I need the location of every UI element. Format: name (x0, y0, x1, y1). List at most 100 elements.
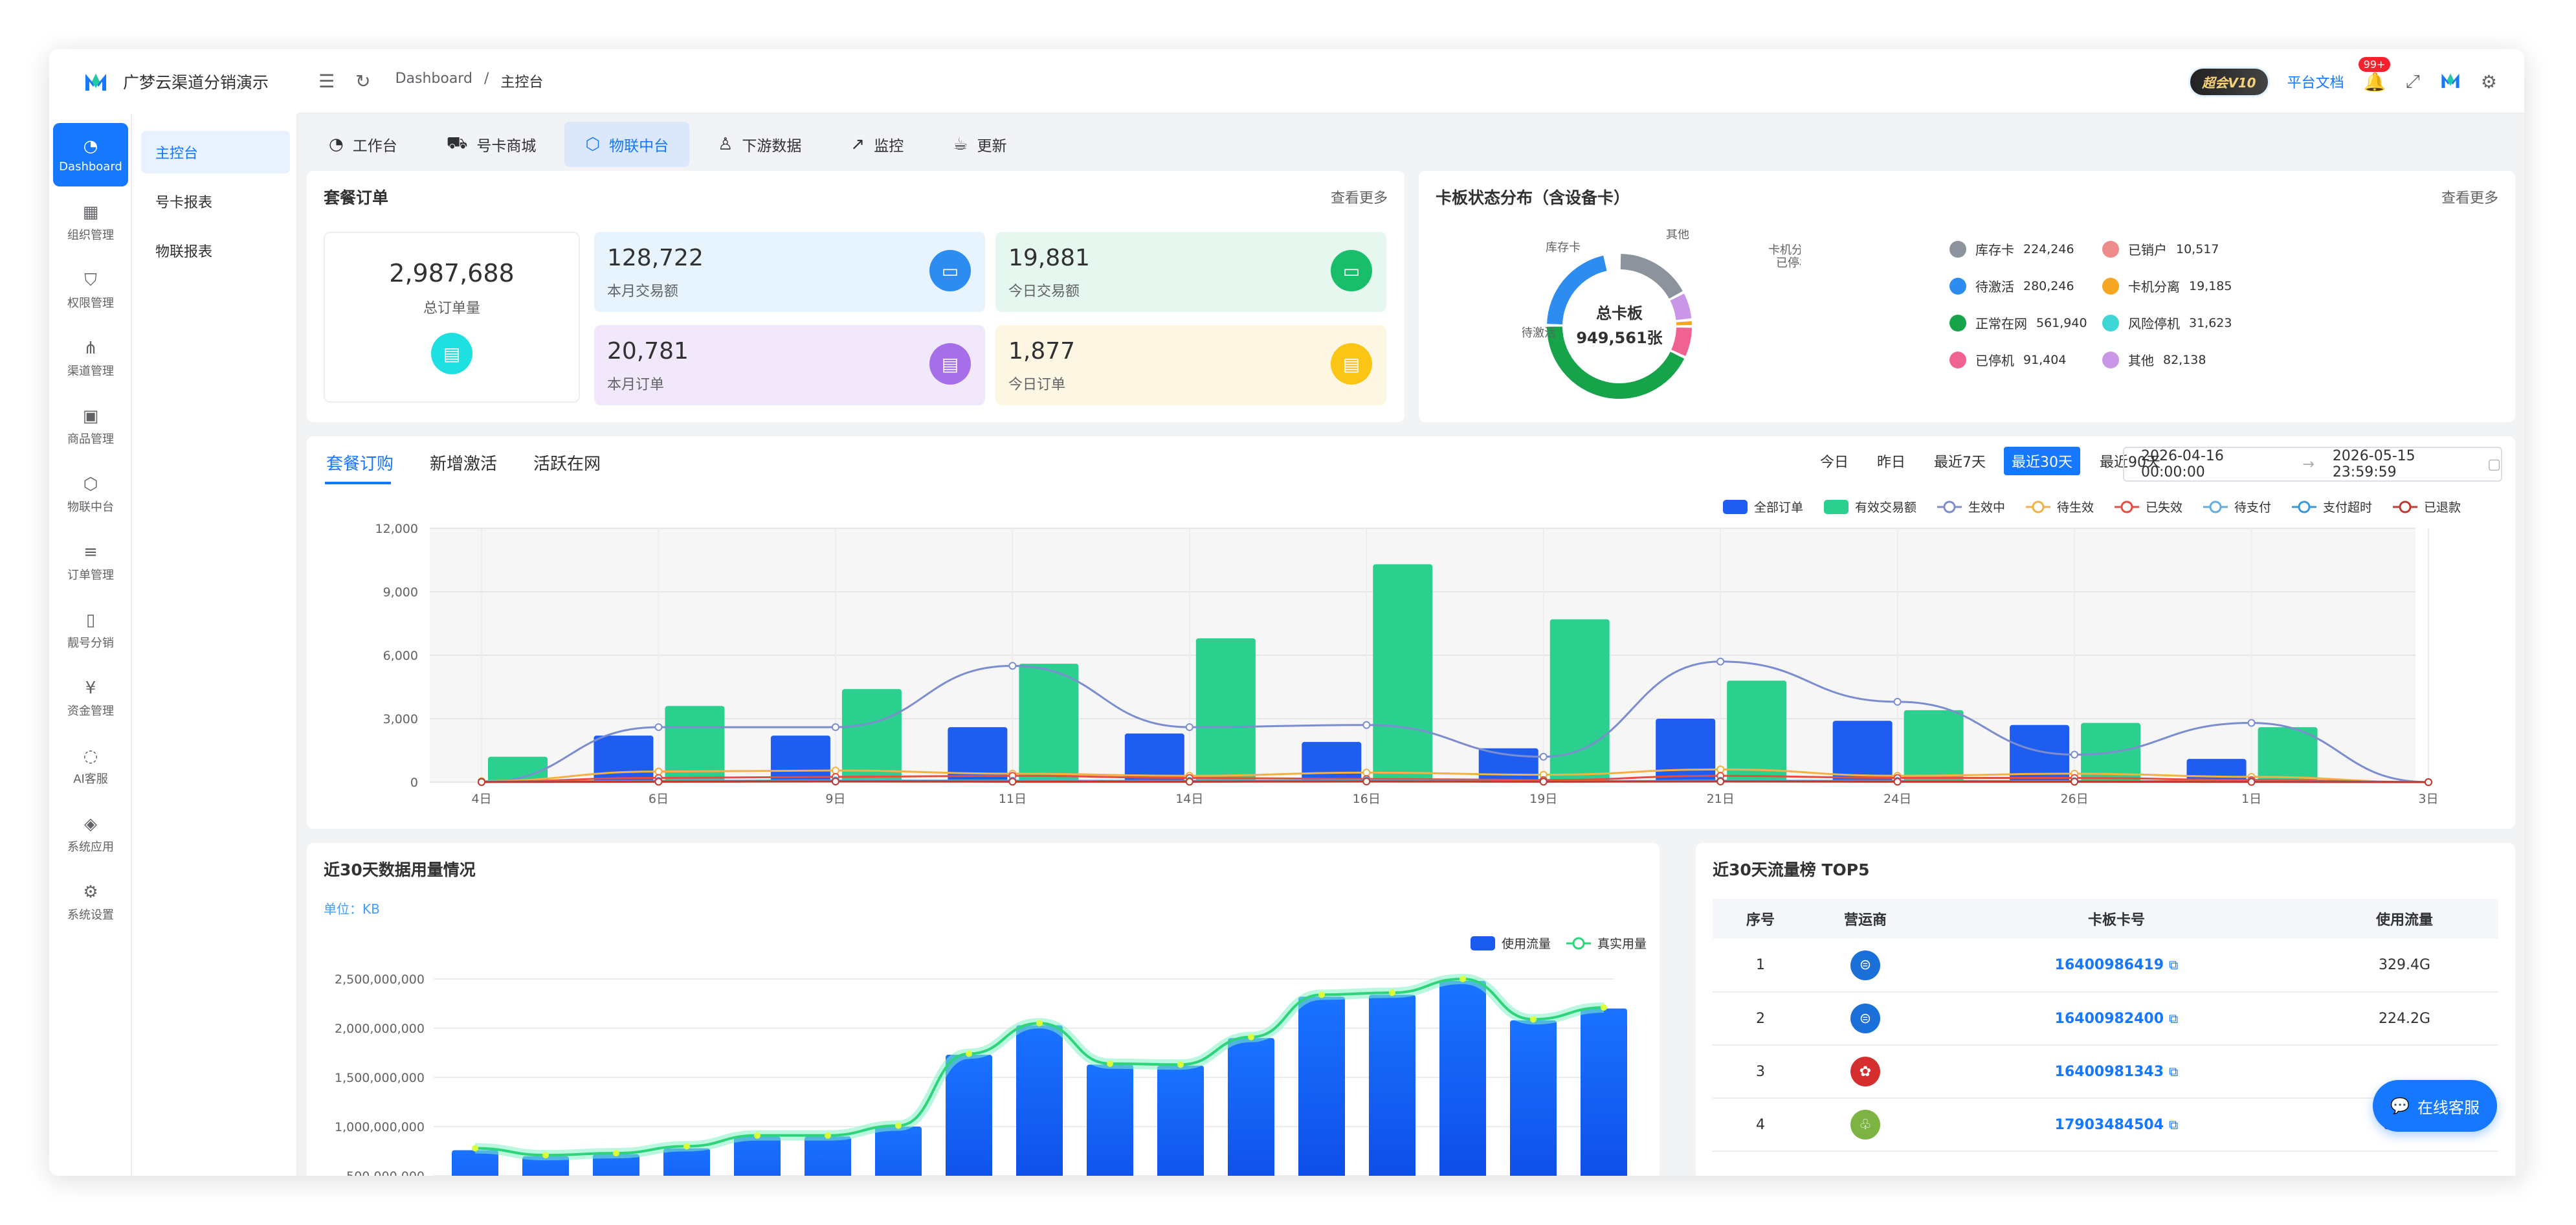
tab-1[interactable]: ⛟ 号卡商城 (426, 122, 557, 167)
range-button-3[interactable]: 最近30天 (2004, 447, 2080, 475)
range-button-0[interactable]: 今日 (1812, 447, 1856, 475)
legend-dot (1949, 314, 1966, 332)
trend-tab-1[interactable]: 新增激活 (430, 451, 497, 475)
bar-valid-amount (1373, 564, 1433, 782)
card-number-link[interactable]: 16400981343 (2055, 1064, 2164, 1080)
legend-label: 风险停机 (2128, 316, 2180, 332)
usage-bar (734, 1136, 781, 1176)
x-tick-label: 16日 (1353, 792, 1381, 806)
card-status-more-link[interactable]: 查看更多 (2441, 186, 2498, 207)
tab-4[interactable]: ↗ 监控 (830, 122, 924, 167)
rail-item-5[interactable]: ⬡ 物联中台 (53, 463, 128, 526)
top5-title: 近30天流量榜 TOP5 (1713, 860, 1870, 879)
card-number-cell: 16400982400 ⧉ (1922, 992, 2311, 1046)
trend-legend-item[interactable]: 待支付 (2203, 500, 2271, 515)
bar-all-orders (1302, 741, 1362, 782)
china-telecom-icon: ♧ (1850, 1110, 1880, 1140)
trend-legend-item[interactable]: 有效交易额 (1824, 500, 1916, 515)
orders-more-link[interactable]: 查看更多 (1331, 186, 1388, 207)
refresh-icon[interactable]: ↻ (355, 71, 370, 92)
donut-slice-0[interactable] (1620, 254, 1683, 299)
submenu-item-1[interactable]: 号卡报表 (141, 180, 290, 223)
series-point (2247, 719, 2256, 727)
rail-item-4[interactable]: ▣ 商品管理 (53, 395, 128, 458)
platform-docs-link[interactable]: 平台文档 (2287, 71, 2344, 92)
range-button-1[interactable]: 昨日 (1869, 447, 1913, 475)
donut-slice-7[interactable] (1670, 293, 1692, 320)
rail-item-label: 资金管理 (67, 704, 114, 718)
usage-cell: 329.4G (2311, 939, 2498, 993)
quick-tabs: ◔ 工作台 ⛟ 号卡商城 ⬡ 物联中台 ♙ 下游数据 ↗ 监控 ☕ 更新 (308, 114, 2524, 175)
x-tick-label: 1日 (2241, 792, 2261, 806)
menu-collapse-icon[interactable]: ☰ (318, 71, 335, 92)
online-service-label: 在线客服 (2417, 1098, 2480, 1117)
card-number-link[interactable]: 16400986419 (2055, 957, 2164, 973)
copy-icon[interactable]: ⧉ (2169, 1064, 2178, 1079)
legend-value: 91,404 (2023, 352, 2067, 367)
online-service-button[interactable]: 💬 在线客服 (2373, 1080, 2497, 1132)
tab-2[interactable]: ⬡ 物联中台 (564, 122, 690, 167)
bar-valid-amount (2258, 727, 2318, 782)
rail-item-10[interactable]: ◈ 系统应用 (53, 803, 128, 866)
stat-value: 20,781 (607, 338, 689, 365)
gear-icon: ⚙ (83, 882, 98, 902)
trend-legend-item[interactable]: 已退款 (2393, 500, 2461, 515)
tab-label: 物联中台 (609, 138, 669, 155)
notification-bell-icon[interactable]: 🔔 99+ (2358, 56, 2391, 93)
rail-item-0[interactable]: ◔ Dashboard (53, 123, 128, 186)
rail-item-7[interactable]: ▯ 靓号分销 (53, 599, 128, 662)
legend-label: 已销户 (2128, 242, 2167, 258)
fullscreen-icon[interactable]: ⤢ (2405, 71, 2419, 93)
trend-tab-2[interactable]: 活跃在网 (533, 451, 601, 475)
rail-item-8[interactable]: ¥ 资金管理 (53, 667, 128, 730)
table-header-cell: 营运商 (1808, 899, 1922, 939)
tab-3[interactable]: ♙ 下游数据 (697, 122, 822, 167)
trend-tab-0[interactable]: 套餐订购 (326, 451, 394, 475)
trend-legend-item[interactable]: 已失效 (2115, 500, 2182, 515)
trend-legend-item[interactable]: 支付超时 (2292, 500, 2372, 515)
rail-item-2[interactable]: ⛉ 权限管理 (53, 259, 128, 322)
vip-badge[interactable]: 超会V10 (2190, 68, 2268, 95)
tab-5[interactable]: ☕ 更新 (932, 122, 1027, 167)
usage-legend-line[interactable]: 真实用量 (1566, 937, 1647, 951)
series-point (831, 778, 839, 786)
rail-item-9[interactable]: ◌ AI客服 (53, 735, 128, 798)
trend-legend-item[interactable]: 全部订单 (1723, 500, 1803, 515)
copy-icon[interactable]: ⧉ (2169, 957, 2178, 972)
rail-item-11[interactable]: ⚙ 系统设置 (53, 871, 128, 934)
trend-legend-item[interactable]: 生效中 (1937, 500, 2005, 515)
range-button-2[interactable]: 最近7天 (1926, 447, 1993, 475)
copy-icon[interactable]: ⧉ (2169, 1011, 2178, 1026)
breadcrumb-dashboard[interactable]: Dashboard (395, 71, 472, 91)
rail-item-3[interactable]: ⋔ 渠道管理 (53, 327, 128, 390)
card-number-link[interactable]: 16400982400 (2055, 1011, 2164, 1027)
rail-item-1[interactable]: ▦ 组织管理 (53, 191, 128, 254)
status-legend-item: 已销户 10,517 (2102, 240, 2219, 258)
legend-dot (2102, 314, 2119, 332)
copy-icon[interactable]: ⧉ (2169, 1117, 2178, 1132)
x-tick-label: 24日 (1883, 792, 1911, 806)
arrow-right-icon: → (2302, 456, 2315, 473)
rail-item-6[interactable]: ≡ 订单管理 (53, 531, 128, 594)
avatar[interactable] (2439, 69, 2461, 94)
card-number-link[interactable]: 17903484504 (2055, 1117, 2164, 1133)
x-tick-label: 9日 (825, 792, 845, 806)
tab-0[interactable]: ◔ 工作台 (308, 122, 418, 167)
tab-label: 监控 (874, 138, 904, 155)
bar-valid-amount (841, 689, 902, 782)
table-header-row: 序号 营运商 卡板卡号 使用流量 (1713, 899, 2498, 939)
status-legend-item: 其他 82,138 (2102, 350, 2206, 369)
donut-slice-6[interactable] (1671, 327, 1692, 356)
bar-all-orders (594, 736, 654, 782)
usage-legend-bar[interactable]: 使用流量 (1471, 936, 1551, 951)
trend-legend-item[interactable]: 待生效 (2026, 500, 2094, 515)
submenu-item-2[interactable]: 物联报表 (141, 229, 290, 272)
submenu-item-0[interactable]: 主控台 (141, 131, 290, 174)
settings-gear-icon[interactable]: ⚙ (2481, 71, 2497, 93)
legend-value: 280,246 (2023, 278, 2074, 293)
header-actions: 超会V10 平台文档 🔔 99+ ⤢ ⚙ (2190, 49, 2497, 114)
series-line-5 (481, 780, 2429, 783)
donut-callout-label: 其他 (1666, 229, 1689, 242)
orders-card-title: 套餐订单 (324, 188, 389, 207)
china-mobile-icon: ⊜ (1850, 1004, 1880, 1033)
